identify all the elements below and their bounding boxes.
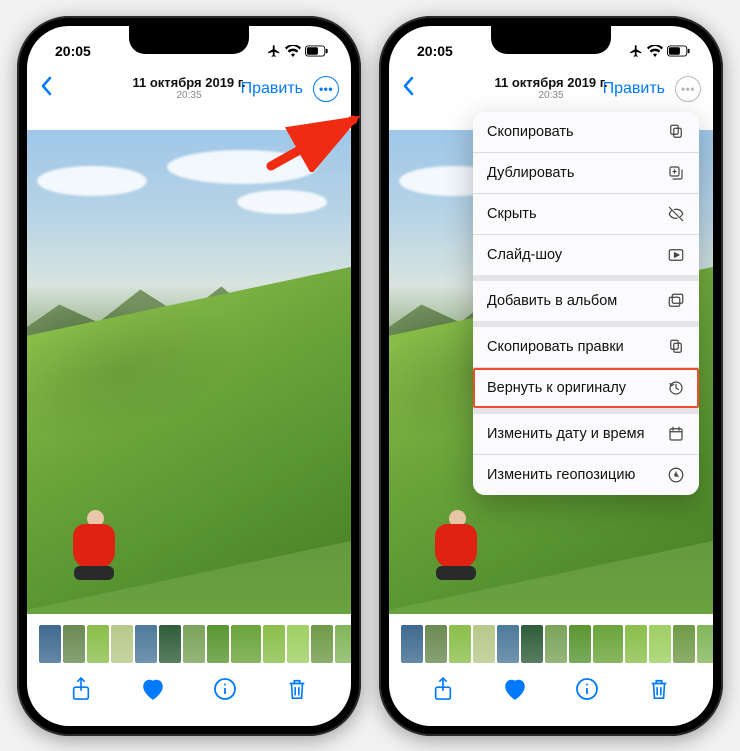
share-button[interactable] — [68, 676, 94, 702]
menu-item-label: Изменить дату и время — [487, 426, 645, 442]
status-indicators — [267, 44, 329, 58]
thumbnail-strip-left[interactable] — [27, 622, 351, 666]
favorite-button[interactable] — [502, 676, 528, 702]
airplane-icon — [629, 44, 643, 58]
nav-subtime: 20:35 — [132, 90, 245, 101]
play-icon — [667, 246, 685, 264]
duplicate-icon — [667, 164, 685, 182]
menu-item-label: Слайд-шоу — [487, 247, 562, 263]
photo-viewport[interactable] — [27, 130, 351, 614]
thumbnail[interactable] — [697, 625, 713, 663]
thumbnail[interactable] — [111, 625, 133, 663]
nav-bar: 11 октября 2019 г. 20:35 Править ••• — [27, 66, 351, 112]
thumbnail[interactable] — [263, 625, 285, 663]
notch — [129, 26, 249, 54]
nav-title: 11 октября 2019 г. 20:35 — [494, 76, 607, 101]
thumbnail[interactable] — [207, 625, 229, 663]
thumbnail[interactable] — [569, 625, 591, 663]
wifi-icon — [647, 45, 663, 57]
menu-item-label: Изменить геопозицию — [487, 467, 635, 483]
back-button[interactable] — [401, 76, 425, 101]
calendar-icon — [667, 425, 685, 443]
info-button[interactable] — [212, 676, 238, 702]
thumbnail[interactable] — [39, 625, 61, 663]
bottom-toolbar — [27, 666, 351, 726]
menu-item-copy-edits[interactable]: Скопировать правки — [473, 327, 699, 367]
menu-item-label: Добавить в альбом — [487, 293, 617, 309]
more-button[interactable]: ••• — [313, 76, 339, 102]
menu-item-label: Дублировать — [487, 165, 574, 181]
menu-item-hide[interactable]: Скрыть — [473, 194, 699, 234]
wifi-icon — [285, 45, 301, 57]
thumbnail[interactable] — [287, 625, 309, 663]
more-button[interactable]: ••• — [675, 76, 701, 102]
status-time: 20:05 — [55, 43, 91, 59]
edit-button[interactable]: Править — [241, 80, 303, 98]
thumbnail[interactable] — [135, 625, 157, 663]
thumbnail[interactable] — [625, 625, 647, 663]
phone-right: 20:05 11 октября 2019 г. 20:35 Править — [379, 16, 723, 736]
menu-item-label: Вернуть к оригиналу — [487, 380, 626, 396]
favorite-button[interactable] — [140, 676, 166, 702]
delete-button[interactable] — [646, 676, 672, 702]
phone-left: 20:05 11 октября 2019 г. 20:35 Править — [17, 16, 361, 736]
thumbnail[interactable] — [449, 625, 471, 663]
edit-button[interactable]: Править — [603, 80, 665, 98]
thumbnail[interactable] — [473, 625, 495, 663]
thumbnail[interactable] — [231, 625, 261, 663]
menu-item-location[interactable]: Изменить геопозицию — [473, 455, 699, 495]
hide-icon — [667, 205, 685, 223]
notch — [491, 26, 611, 54]
context-menu: Скопировать Дублировать Скрыть Слайд-шоу Доб… — [473, 112, 699, 495]
menu-item-label: Скопировать правки — [487, 339, 624, 355]
thumbnail[interactable] — [159, 625, 181, 663]
thumbnail[interactable] — [425, 625, 447, 663]
copy-icon — [667, 123, 685, 141]
thumbnail[interactable] — [649, 625, 671, 663]
battery-icon — [305, 45, 329, 57]
thumbnail[interactable] — [593, 625, 623, 663]
thumbnail[interactable] — [401, 625, 423, 663]
thumbnail[interactable] — [545, 625, 567, 663]
status-indicators — [629, 44, 691, 58]
thumbnail-strip-right[interactable] — [389, 622, 713, 666]
thumbnail[interactable] — [497, 625, 519, 663]
delete-button[interactable] — [284, 676, 310, 702]
share-button[interactable] — [430, 676, 456, 702]
menu-item-duplicate[interactable]: Дублировать — [473, 153, 699, 193]
menu-item-calendar[interactable]: Изменить дату и время — [473, 414, 699, 454]
nav-subtime: 20:35 — [494, 90, 607, 101]
menu-item-copy[interactable]: Скопировать — [473, 112, 699, 152]
thumbnail[interactable] — [673, 625, 695, 663]
bottom-toolbar — [389, 666, 713, 726]
menu-item-revert[interactable]: Вернуть к оригиналу — [473, 368, 699, 408]
thumbnail[interactable] — [335, 625, 351, 663]
menu-item-label: Скопировать — [487, 124, 574, 140]
thumbnail[interactable] — [63, 625, 85, 663]
copy-edits-icon — [667, 338, 685, 356]
menu-item-play[interactable]: Слайд-шоу — [473, 235, 699, 275]
nav-date: 11 октября 2019 г. — [132, 76, 245, 90]
thumbnail[interactable] — [311, 625, 333, 663]
thumbnail[interactable] — [183, 625, 205, 663]
info-button[interactable] — [574, 676, 600, 702]
revert-icon — [667, 379, 685, 397]
airplane-icon — [267, 44, 281, 58]
nav-date: 11 октября 2019 г. — [494, 76, 607, 90]
thumbnail[interactable] — [521, 625, 543, 663]
back-button[interactable] — [39, 76, 63, 101]
menu-item-album[interactable]: Добавить в альбом — [473, 281, 699, 321]
battery-icon — [667, 45, 691, 57]
nav-bar: 11 октября 2019 г. 20:35 Править ••• — [389, 66, 713, 112]
location-icon — [667, 466, 685, 484]
menu-item-label: Скрыть — [487, 206, 537, 222]
nav-title: 11 октября 2019 г. 20:35 — [132, 76, 245, 101]
status-time: 20:05 — [417, 43, 453, 59]
thumbnail[interactable] — [87, 625, 109, 663]
album-icon — [667, 292, 685, 310]
